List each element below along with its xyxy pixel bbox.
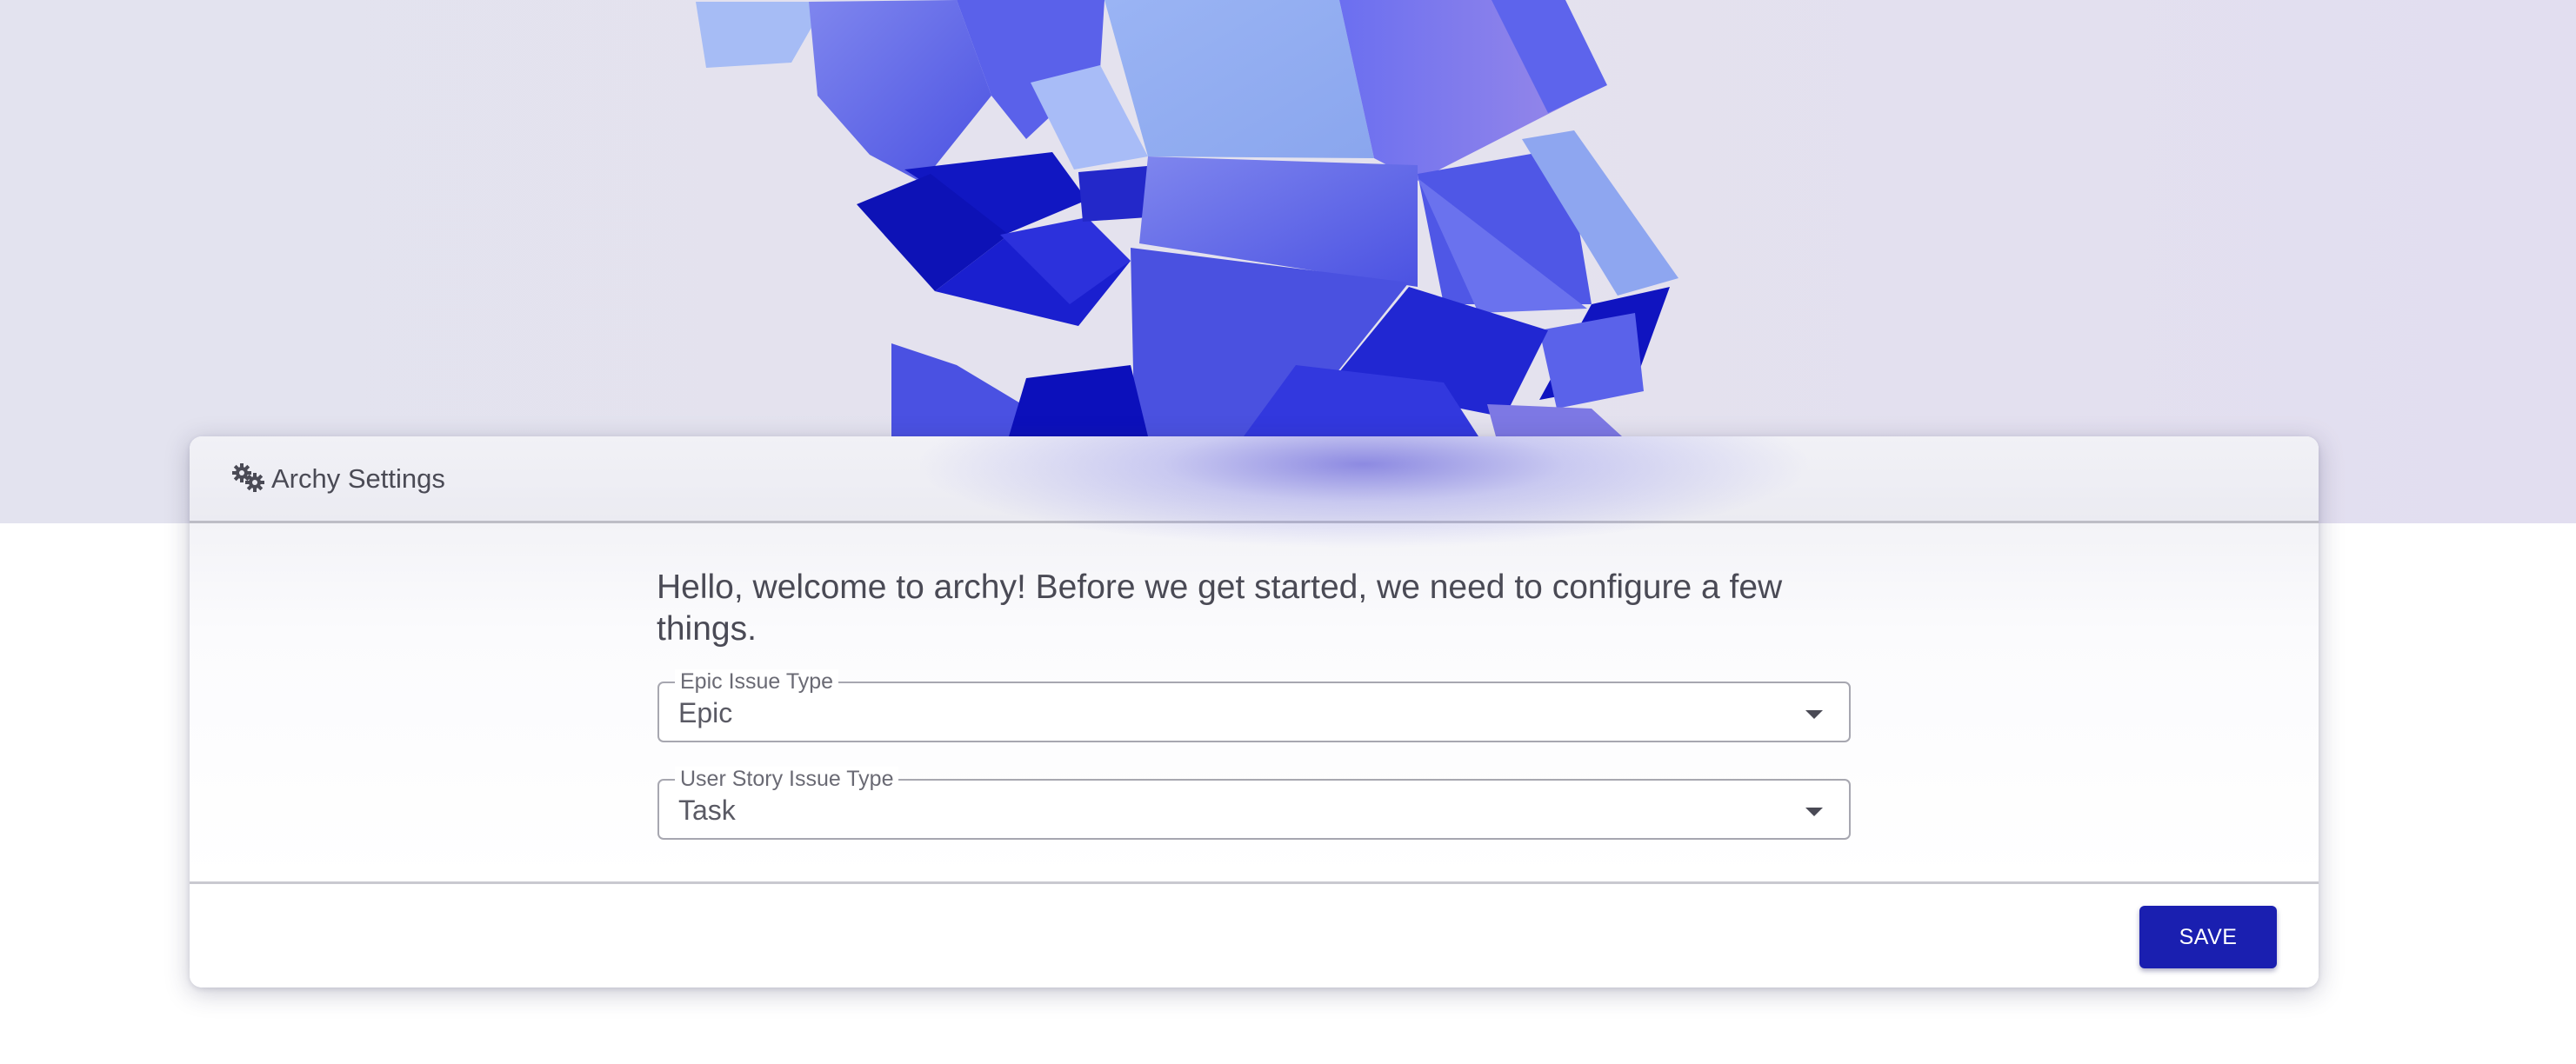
card-body: Hello, welcome to archy! Before we get s… bbox=[190, 523, 2319, 881]
user-story-issue-type-select[interactable]: User Story Issue Type Task bbox=[657, 767, 1851, 840]
settings-card: Archy Settings Hello, welcome to archy! … bbox=[190, 436, 2319, 988]
card-footer: SAVE bbox=[190, 881, 2319, 988]
epic-issue-type-select[interactable]: Epic Issue Type Epic bbox=[657, 669, 1851, 742]
gears-icon bbox=[232, 462, 264, 492]
user-story-issue-type-label: User Story Issue Type bbox=[675, 767, 899, 791]
page-title: Archy Settings bbox=[271, 462, 445, 494]
save-button[interactable]: SAVE bbox=[2139, 906, 2277, 968]
epic-issue-type-label: Epic Issue Type bbox=[675, 669, 839, 694]
user-story-issue-type-value: Task bbox=[678, 795, 736, 826]
caret-down-icon[interactable] bbox=[1805, 710, 1823, 719]
epic-issue-type-value: Epic bbox=[678, 697, 733, 728]
card-header: Archy Settings bbox=[190, 436, 2319, 523]
caret-down-icon[interactable] bbox=[1805, 808, 1823, 816]
welcome-message: Hello, welcome to archy! Before we get s… bbox=[657, 569, 1783, 648]
